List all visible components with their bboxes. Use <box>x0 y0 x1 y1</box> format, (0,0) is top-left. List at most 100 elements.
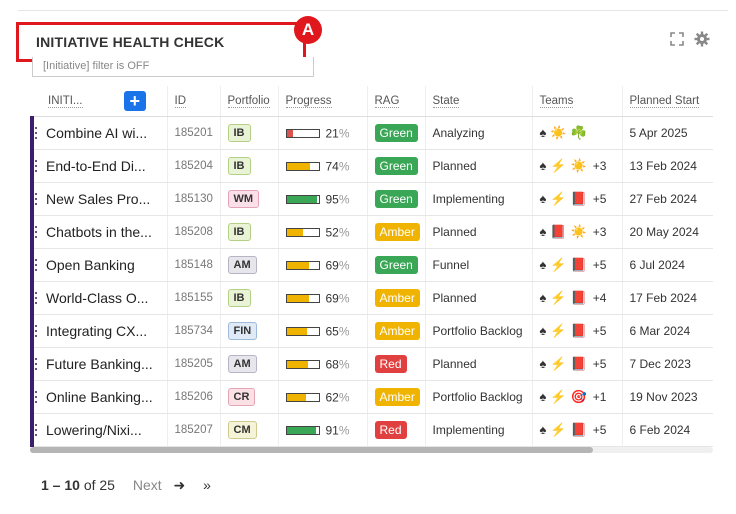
team-icon[interactable]: ♠ <box>540 323 547 338</box>
add-initiative-button[interactable]: + <box>123 91 146 111</box>
team-icon[interactable]: 📕 <box>571 422 587 437</box>
team-icon[interactable]: ⚡ <box>550 356 566 371</box>
teams-cell: ♠ ⚡ 📕 +5 <box>532 182 623 216</box>
last-page-icon[interactable]: » <box>203 477 211 493</box>
team-icon[interactable]: 📕 <box>571 356 587 371</box>
initiative-name[interactable]: Lowering/Nixi... <box>46 422 142 438</box>
team-icon[interactable]: ☀️ <box>571 158 587 173</box>
more-teams-count[interactable]: +5 <box>593 258 607 272</box>
team-icon[interactable]: ♠ <box>540 422 547 437</box>
drag-handle-icon[interactable] <box>35 192 37 206</box>
gear-icon[interactable] <box>694 31 710 47</box>
team-icon[interactable]: ♠ <box>540 125 547 140</box>
table-row[interactable]: Combine AI wi... 185201 IB 21% Green Analyzin… <box>30 116 713 150</box>
team-icon[interactable]: 📕 <box>571 191 587 206</box>
drag-handle-icon[interactable] <box>35 258 37 272</box>
team-icon[interactable]: ♠ <box>540 257 547 272</box>
filter-status-dropdown[interactable]: [Initiative] filter is OFF <box>32 57 314 77</box>
team-icon[interactable]: 📕 <box>550 224 566 239</box>
more-teams-count[interactable]: +1 <box>593 390 607 404</box>
initiative-name-cell[interactable]: New Sales Pro... <box>30 182 168 216</box>
team-icon[interactable]: 📕 <box>571 323 587 338</box>
table-row[interactable]: End-to-End Di... 185204 IB 74% Green Planned ♠… <box>30 149 713 183</box>
more-teams-count[interactable]: +5 <box>593 192 607 206</box>
table-row[interactable]: Online Banking... 185206 CR 62% Amber Portfol… <box>30 380 713 414</box>
team-icon[interactable]: ♠ <box>540 158 547 173</box>
team-icon[interactable]: ☀️ <box>571 224 587 239</box>
drag-handle-icon[interactable] <box>35 159 37 173</box>
table-row[interactable]: Integrating CX... 185734 FIN 65% Amber Portfo… <box>30 314 713 348</box>
initiative-name-cell[interactable]: World-Class O... <box>30 281 168 315</box>
initiative-name-cell[interactable]: Combine AI wi... <box>30 116 168 150</box>
team-icon[interactable]: ☘️ <box>571 125 587 140</box>
more-teams-count[interactable]: +5 <box>593 324 607 338</box>
team-icon[interactable]: 📕 <box>571 257 587 272</box>
next-arrow-icon[interactable]: ➜ <box>174 477 186 493</box>
column-header-name[interactable]: INITI... + <box>32 86 168 117</box>
initiative-name[interactable]: Online Banking... <box>46 389 153 405</box>
table-row[interactable]: Lowering/Nixi... 185207 CM 91% Red Implementi… <box>30 413 713 447</box>
column-header-portfolio[interactable]: Portfolio <box>220 86 279 117</box>
more-teams-count[interactable]: +3 <box>593 159 607 173</box>
initiative-name[interactable]: World-Class O... <box>46 290 148 306</box>
initiative-name-cell[interactable]: Online Banking... <box>30 380 168 414</box>
progress-cell: 52% <box>278 215 368 249</box>
column-header-planned-start[interactable]: Planned Start <box>622 86 713 117</box>
drag-handle-icon[interactable] <box>35 324 37 338</box>
expand-icon[interactable] <box>670 32 684 46</box>
horizontal-scrollbar[interactable] <box>30 447 713 453</box>
drag-handle-icon[interactable] <box>35 126 37 140</box>
initiative-name[interactable]: New Sales Pro... <box>46 191 150 207</box>
team-icon[interactable]: ⚡ <box>550 422 566 437</box>
more-teams-count[interactable]: +5 <box>593 357 607 371</box>
column-header-teams[interactable]: Teams <box>532 86 623 117</box>
more-teams-count[interactable]: +5 <box>593 423 607 437</box>
next-page-button[interactable]: Next <box>133 477 162 493</box>
initiative-name-cell[interactable]: Lowering/Nixi... <box>30 413 168 447</box>
team-icon[interactable]: 📕 <box>571 290 587 305</box>
scrollbar-thumb[interactable] <box>30 447 593 453</box>
team-icon[interactable]: ♠ <box>540 290 547 305</box>
drag-handle-icon[interactable] <box>35 357 37 371</box>
team-icon[interactable]: ♠ <box>540 191 547 206</box>
column-header-rag[interactable]: RAG <box>367 86 426 117</box>
team-icon[interactable]: 🎯 <box>571 389 587 404</box>
more-teams-count[interactable]: +4 <box>593 291 607 305</box>
team-icon[interactable]: ⚡ <box>550 389 566 404</box>
team-icon[interactable]: ♠ <box>540 389 547 404</box>
table-row[interactable]: Open Banking 185148 AM 69% Green Funnel ♠ ⚡ 📕 +5 6… <box>30 248 713 282</box>
initiative-name[interactable]: Open Banking <box>46 257 135 273</box>
initiative-name[interactable]: Chatbots in the... <box>46 224 152 240</box>
team-icon[interactable]: ♠ <box>540 224 547 239</box>
team-icon[interactable]: ☀️ <box>550 125 566 140</box>
table-row[interactable]: Chatbots in the... 185208 IB 52% Amber Planne… <box>30 215 713 249</box>
team-icon[interactable]: ⚡ <box>550 191 566 206</box>
initiative-name-cell[interactable]: Chatbots in the... <box>30 215 168 249</box>
column-header-id[interactable]: ID <box>167 86 221 117</box>
initiative-name[interactable]: Combine AI wi... <box>46 125 147 141</box>
table-row[interactable]: New Sales Pro... 185130 WM 95% Green Implemen… <box>30 182 713 216</box>
initiative-name[interactable]: Integrating CX... <box>46 323 147 339</box>
rag-cell: Green <box>367 116 426 150</box>
column-header-state[interactable]: State <box>425 86 533 117</box>
team-icon[interactable]: ⚡ <box>550 158 566 173</box>
team-icon[interactable]: ⚡ <box>550 323 566 338</box>
initiative-name[interactable]: End-to-End Di... <box>46 158 146 174</box>
team-icon[interactable]: ⚡ <box>550 290 566 305</box>
rag-cell: Red <box>367 347 426 381</box>
initiative-name-cell[interactable]: Open Banking <box>30 248 168 282</box>
drag-handle-icon[interactable] <box>35 390 37 404</box>
table-row[interactable]: World-Class O... 185155 IB 69% Amber Planned ♠… <box>30 281 713 315</box>
drag-handle-icon[interactable] <box>35 423 37 437</box>
column-header-progress[interactable]: Progress <box>278 86 368 117</box>
drag-handle-icon[interactable] <box>35 225 37 239</box>
initiative-name[interactable]: Future Banking... <box>46 356 153 372</box>
initiative-name-cell[interactable]: Integrating CX... <box>30 314 168 348</box>
table-row[interactable]: Future Banking... 185205 AM 68% Red Planned ♠ ⚡… <box>30 347 713 381</box>
team-icon[interactable]: ♠ <box>540 356 547 371</box>
drag-handle-icon[interactable] <box>35 291 37 305</box>
more-teams-count[interactable]: +3 <box>593 225 607 239</box>
team-icon[interactable]: ⚡ <box>550 257 566 272</box>
initiative-name-cell[interactable]: End-to-End Di... <box>30 149 168 183</box>
initiative-name-cell[interactable]: Future Banking... <box>30 347 168 381</box>
